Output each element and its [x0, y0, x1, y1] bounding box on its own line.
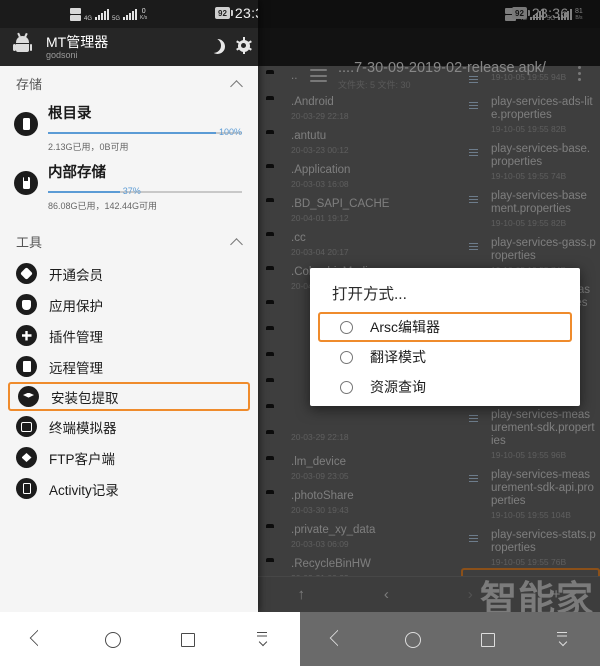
clock: 23:36 — [234, 5, 258, 21]
plus-icon — [16, 325, 37, 346]
system-navbar-right — [300, 612, 600, 666]
chevron-up-icon[interactable] — [231, 236, 242, 247]
back-triangle-icon[interactable] — [29, 631, 46, 648]
dialog-option-label: 资源查询 — [370, 379, 426, 395]
tool-item-label: 安装包提取 — [51, 390, 119, 406]
hide-navbar-icon[interactable] — [254, 631, 271, 648]
network-speed-unit: K/s — [140, 14, 148, 21]
dialog-option-list: Arsc编辑器 翻译模式资源查询 — [310, 312, 580, 402]
tools-section-header[interactable]: 工具 — [0, 224, 258, 258]
home-circle-icon[interactable] — [104, 631, 121, 648]
dialog-option[interactable]: 资源查询 — [318, 372, 572, 402]
tool-item-label: 终端模拟器 — [49, 420, 117, 436]
phone-storage-icon — [14, 112, 38, 136]
android-robot-icon — [13, 32, 32, 52]
storage-list: 根目录 100% 2.13G已用，0B可用内部存储 37% 86.08G已用，142.4… — [0, 100, 258, 218]
sim-card-icons — [70, 8, 81, 21]
dialog-option-label: 翻译模式 — [370, 349, 426, 365]
storage-detail: 2.13G已用，0B可用 — [48, 142, 129, 152]
sdcard-icon — [14, 171, 38, 195]
tools-list: 开通会员应用保护插件管理远程管理安装包提取终端模拟器 FTP客户端 Activity… — [0, 258, 258, 504]
dialog-option[interactable]: 翻译模式 — [318, 342, 572, 372]
terminal-icon — [16, 416, 37, 437]
radio-button-icon[interactable] — [340, 320, 353, 334]
signal-label-2: 5G — [112, 16, 121, 22]
dialog-option-label: Arsc编辑器 — [370, 319, 440, 335]
stack-icon — [18, 386, 39, 407]
chevron-up-icon[interactable] — [231, 78, 242, 89]
tool-item-ftp[interactable]: FTP客户端 — [0, 442, 258, 473]
radio-button-icon[interactable] — [340, 350, 353, 364]
gear-icon[interactable] — [235, 37, 252, 54]
signal-bars-2 — [123, 9, 138, 20]
tool-item-label: 远程管理 — [49, 360, 103, 376]
storage-progress: 37% — [48, 186, 242, 198]
recents-square-icon[interactable] — [179, 631, 196, 648]
tool-item-label: FTP客户端 — [49, 451, 115, 467]
navigation-drawer: 4G 5G 0 K/s 92 23:36 MT管理器 godsoni 存储 根目… — [0, 0, 258, 612]
diamond-icon — [16, 263, 37, 284]
page-icon — [16, 356, 37, 377]
network-speed-left: 0 K/s — [140, 8, 148, 21]
storage-item[interactable]: 内部存储 37% 86.08G已用，142.44G可用 — [0, 159, 258, 218]
tools-section-title: 工具 — [16, 234, 43, 250]
signal-bars-1 — [95, 9, 110, 20]
activity-icon — [16, 478, 37, 499]
status-bar-left: 4G 5G 0 K/s 92 23:36 — [0, 0, 258, 28]
shield-icon — [16, 294, 37, 315]
storage-name: 内部存储 — [48, 165, 106, 181]
storage-progress: 100% — [48, 127, 242, 139]
dialog-option[interactable]: Arsc编辑器 — [318, 312, 572, 342]
sim1-icon — [70, 8, 81, 14]
hide-navbar-icon[interactable] — [554, 631, 571, 648]
radio-button-icon[interactable] — [340, 380, 353, 394]
tool-item-label: 插件管理 — [49, 329, 103, 345]
back-triangle-icon[interactable] — [329, 631, 346, 648]
tool-item-plus[interactable]: 插件管理 — [0, 320, 258, 351]
tool-item-page[interactable]: 远程管理 — [0, 351, 258, 382]
signal-label-1: 4G — [84, 16, 93, 22]
tool-item-terminal[interactable]: 终端模拟器 — [0, 411, 258, 442]
tool-item-activity[interactable]: Activity记录 — [0, 473, 258, 504]
username-label: godsoni — [46, 50, 78, 60]
tool-item-stack[interactable]: 安装包提取 — [8, 382, 250, 411]
storage-item[interactable]: 根目录 100% 2.13G已用，0B可用 — [0, 100, 258, 159]
ftp-icon — [16, 447, 37, 468]
battery-indicator: 92 — [215, 7, 233, 19]
storage-percent-label: 100% — [218, 127, 242, 137]
storage-section-title: 存储 — [16, 76, 43, 92]
tool-item-label: 应用保护 — [49, 298, 103, 314]
home-circle-icon[interactable] — [404, 631, 421, 648]
sim2-icon — [70, 15, 81, 21]
moon-icon[interactable] — [206, 38, 221, 53]
tool-item-shield[interactable]: 应用保护 — [0, 289, 258, 320]
app-title: MT管理器 — [46, 34, 109, 50]
recents-square-icon[interactable] — [479, 631, 496, 648]
storage-section-header[interactable]: 存储 — [0, 66, 258, 100]
dialog-title: 打开方式... — [332, 286, 407, 303]
open-with-dialog: 打开方式... Arsc编辑器 翻译模式资源查询 — [310, 268, 580, 406]
storage-detail: 86.08G已用，142.44G可用 — [48, 201, 158, 211]
status-bar-left-group: 92 23:36 — [215, 5, 258, 21]
tool-item-diamond[interactable]: 开通会员 — [0, 258, 258, 289]
tool-item-label: Activity记录 — [49, 482, 119, 498]
tool-item-label: 开通会员 — [49, 267, 103, 283]
storage-percent-label: 37% — [122, 186, 141, 196]
system-navbar-left — [0, 612, 300, 666]
status-bar-signal-group-left: 4G 5G 0 K/s — [70, 6, 147, 23]
storage-name: 根目录 — [48, 106, 92, 122]
